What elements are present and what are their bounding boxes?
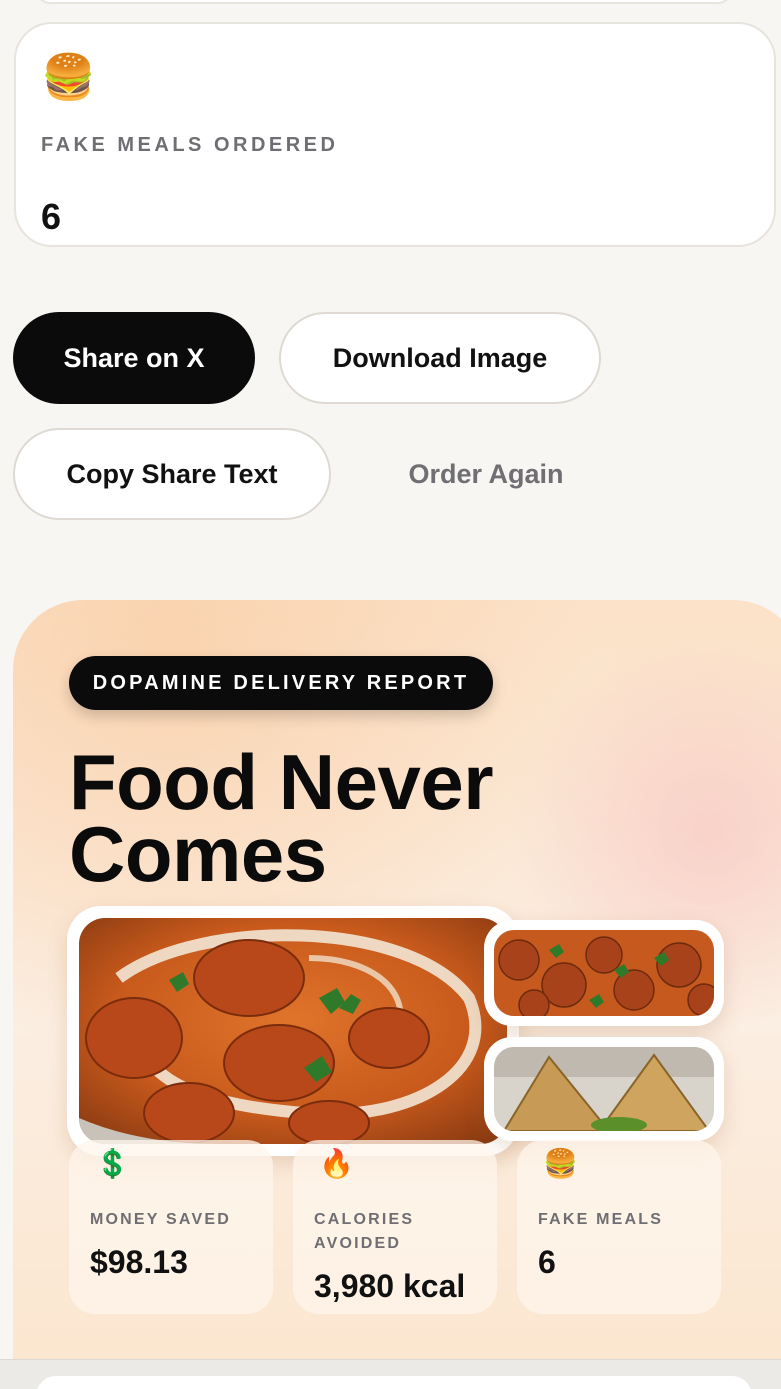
main-food-photo [67, 906, 519, 1156]
stat-label: FAKE MEALS ORDERED [41, 134, 339, 156]
stat-label: CALORIES AVOIDED [314, 1211, 415, 1252]
money-saved-stat: 💲 MONEY SAVED $98.13 [69, 1140, 273, 1314]
samosa-image [494, 1047, 714, 1131]
order-again-button[interactable]: Order Again [370, 428, 602, 520]
download-image-button[interactable]: Download Image [279, 312, 601, 404]
meatball-curry-image [494, 930, 714, 1016]
fake-meals-stat: 🍔 FAKE MEALS 6 [517, 1140, 721, 1314]
copy-share-text-button[interactable]: Copy Share Text [13, 428, 331, 520]
stat-label: MONEY SAVED [90, 1211, 231, 1228]
report-headline: Food Never Comes [69, 738, 494, 898]
butter-chicken-image [79, 918, 507, 1144]
fake-meals-stat-card: 🍔 FAKE MEALS ORDERED 6 [14, 22, 776, 247]
stat-value: $98.13 [90, 1244, 188, 1280]
calories-avoided-stat: 🔥 CALORIES AVOIDED 3,980 kcal [293, 1140, 497, 1314]
previous-stat-card [34, 0, 734, 4]
fire-icon: 🔥 [319, 1148, 354, 1179]
stat-label: FAKE MEALS [538, 1211, 664, 1228]
share-on-x-button[interactable]: Share on X [13, 312, 255, 404]
stat-value: 6 [538, 1244, 556, 1280]
delivery-report-card: DOPAMINE DELIVERY REPORT Food Never Come… [13, 600, 781, 1370]
bottom-sheet-edge [0, 1359, 781, 1389]
burger-icon: 🍔 [543, 1148, 578, 1179]
report-badge: DOPAMINE DELIVERY REPORT [69, 656, 493, 710]
stat-value: 3,980 kcal [314, 1268, 466, 1304]
dollar-icon: 💲 [95, 1148, 130, 1179]
stat-value: 6 [41, 196, 62, 237]
secondary-food-photo [484, 920, 724, 1026]
tertiary-food-photo [484, 1037, 724, 1141]
burger-icon: 🍔 [41, 53, 96, 102]
